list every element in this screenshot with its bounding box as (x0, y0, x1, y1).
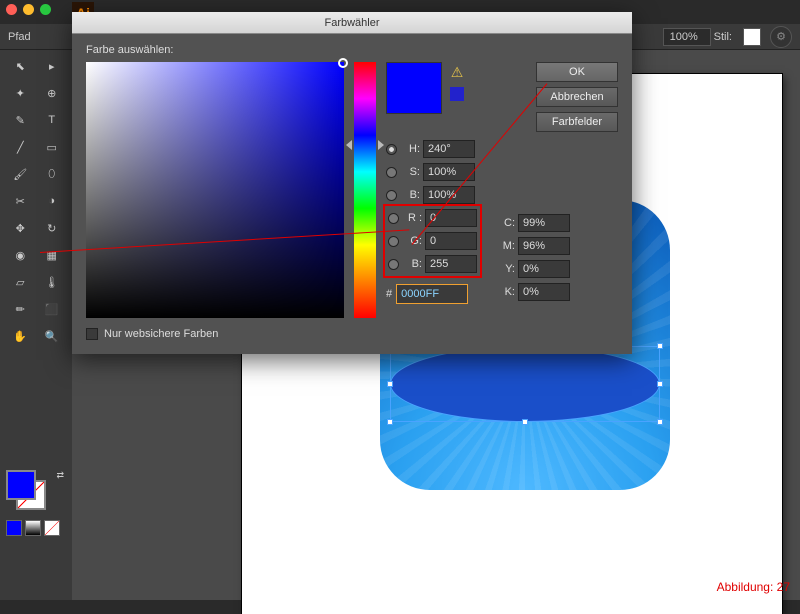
tool-21[interactable]: 🔍 (38, 324, 67, 348)
tool-8[interactable]: 🖌 (6, 162, 35, 186)
minimize-icon[interactable] (23, 4, 34, 15)
fill-stroke-swatches[interactable]: ⇄ (6, 470, 44, 508)
rgb-highlight-box: R : G: B: (383, 204, 482, 278)
tool-5[interactable]: T (38, 108, 67, 132)
k-field[interactable] (518, 283, 570, 301)
bb-radio[interactable] (388, 259, 399, 270)
saturation-value-field[interactable] (86, 62, 344, 318)
color-preview (386, 62, 442, 114)
tool-10[interactable]: ✂ (6, 189, 35, 213)
ok-button[interactable]: OK (536, 62, 618, 82)
tool-14[interactable]: ◉ (6, 243, 35, 267)
color-picker-dialog: Farbwähler Farbe auswählen: ⚠ OK (72, 12, 632, 354)
tool-9[interactable]: ⬯ (38, 162, 67, 186)
none-mode-button[interactable] (44, 520, 60, 536)
bv-field[interactable] (423, 186, 475, 204)
window-traffic-lights[interactable] (6, 4, 51, 15)
gradient-mode-button[interactable] (25, 520, 41, 536)
style-label: Stil: (714, 31, 732, 43)
tool-19[interactable]: ⬛ (38, 297, 67, 321)
selected-ellipse[interactable] (390, 346, 660, 422)
b-radio[interactable] (386, 190, 397, 201)
hue-slider[interactable] (354, 62, 376, 318)
out-of-gamut-icon[interactable]: ⚠ (451, 64, 464, 81)
b-field[interactable] (425, 255, 477, 273)
tool-17[interactable]: 🌡 (38, 270, 67, 294)
tool-15[interactable]: ▦ (38, 243, 67, 267)
tool-7[interactable]: ▭ (38, 135, 67, 159)
sv-cursor-icon[interactable] (338, 58, 348, 68)
control-label: Pfad (8, 31, 31, 43)
m-field[interactable] (518, 237, 570, 255)
cancel-button[interactable]: Abbrechen (536, 87, 618, 107)
gamut-swatch[interactable] (450, 87, 464, 101)
g-field[interactable] (425, 232, 477, 250)
color-mode-button[interactable] (6, 520, 22, 536)
style-swatch[interactable] (743, 28, 761, 46)
tool-13[interactable]: ↻ (38, 216, 67, 240)
maximize-icon[interactable] (40, 4, 51, 15)
y-field[interactable] (518, 260, 570, 278)
zoom-field[interactable] (663, 28, 711, 46)
tool-12[interactable]: ✥ (6, 216, 35, 240)
swap-fill-stroke-icon[interactable]: ⇄ (56, 470, 64, 481)
tool-6[interactable]: ╱ (6, 135, 35, 159)
tools-panel: ⬉▸✦⊕✎T╱▭🖌⬯✂◑✥↻◉▦▱🌡✏⬛✋🔍 ⇄ (0, 50, 72, 600)
tool-0[interactable]: ⬉ (6, 54, 35, 78)
websafe-label: Nur websichere Farben (104, 328, 218, 340)
tool-16[interactable]: ▱ (6, 270, 35, 294)
tool-3[interactable]: ⊕ (38, 81, 67, 105)
hex-field[interactable] (396, 284, 468, 304)
tool-4[interactable]: ✎ (6, 108, 35, 132)
r-radio[interactable] (388, 213, 399, 224)
tool-18[interactable]: ✏ (6, 297, 35, 321)
close-icon[interactable] (6, 4, 17, 15)
h-field[interactable] (423, 140, 475, 158)
figure-caption: Abbildung: 27 (717, 580, 790, 594)
swatches-button[interactable]: Farbfelder (536, 112, 618, 132)
choose-color-label: Farbe auswählen: (86, 44, 618, 56)
s-radio[interactable] (386, 167, 397, 178)
c-field[interactable] (518, 214, 570, 232)
tool-11[interactable]: ◑ (38, 189, 67, 213)
tool-20[interactable]: ✋ (6, 324, 35, 348)
g-radio[interactable] (388, 236, 399, 247)
dialog-title: Farbwähler (72, 12, 632, 34)
h-radio[interactable] (386, 144, 397, 155)
fill-swatch[interactable] (6, 470, 36, 500)
gear-icon[interactable]: ⚙ (770, 26, 792, 48)
tool-2[interactable]: ✦ (6, 81, 35, 105)
tool-1[interactable]: ▸ (38, 54, 67, 78)
websafe-checkbox[interactable] (86, 328, 98, 340)
